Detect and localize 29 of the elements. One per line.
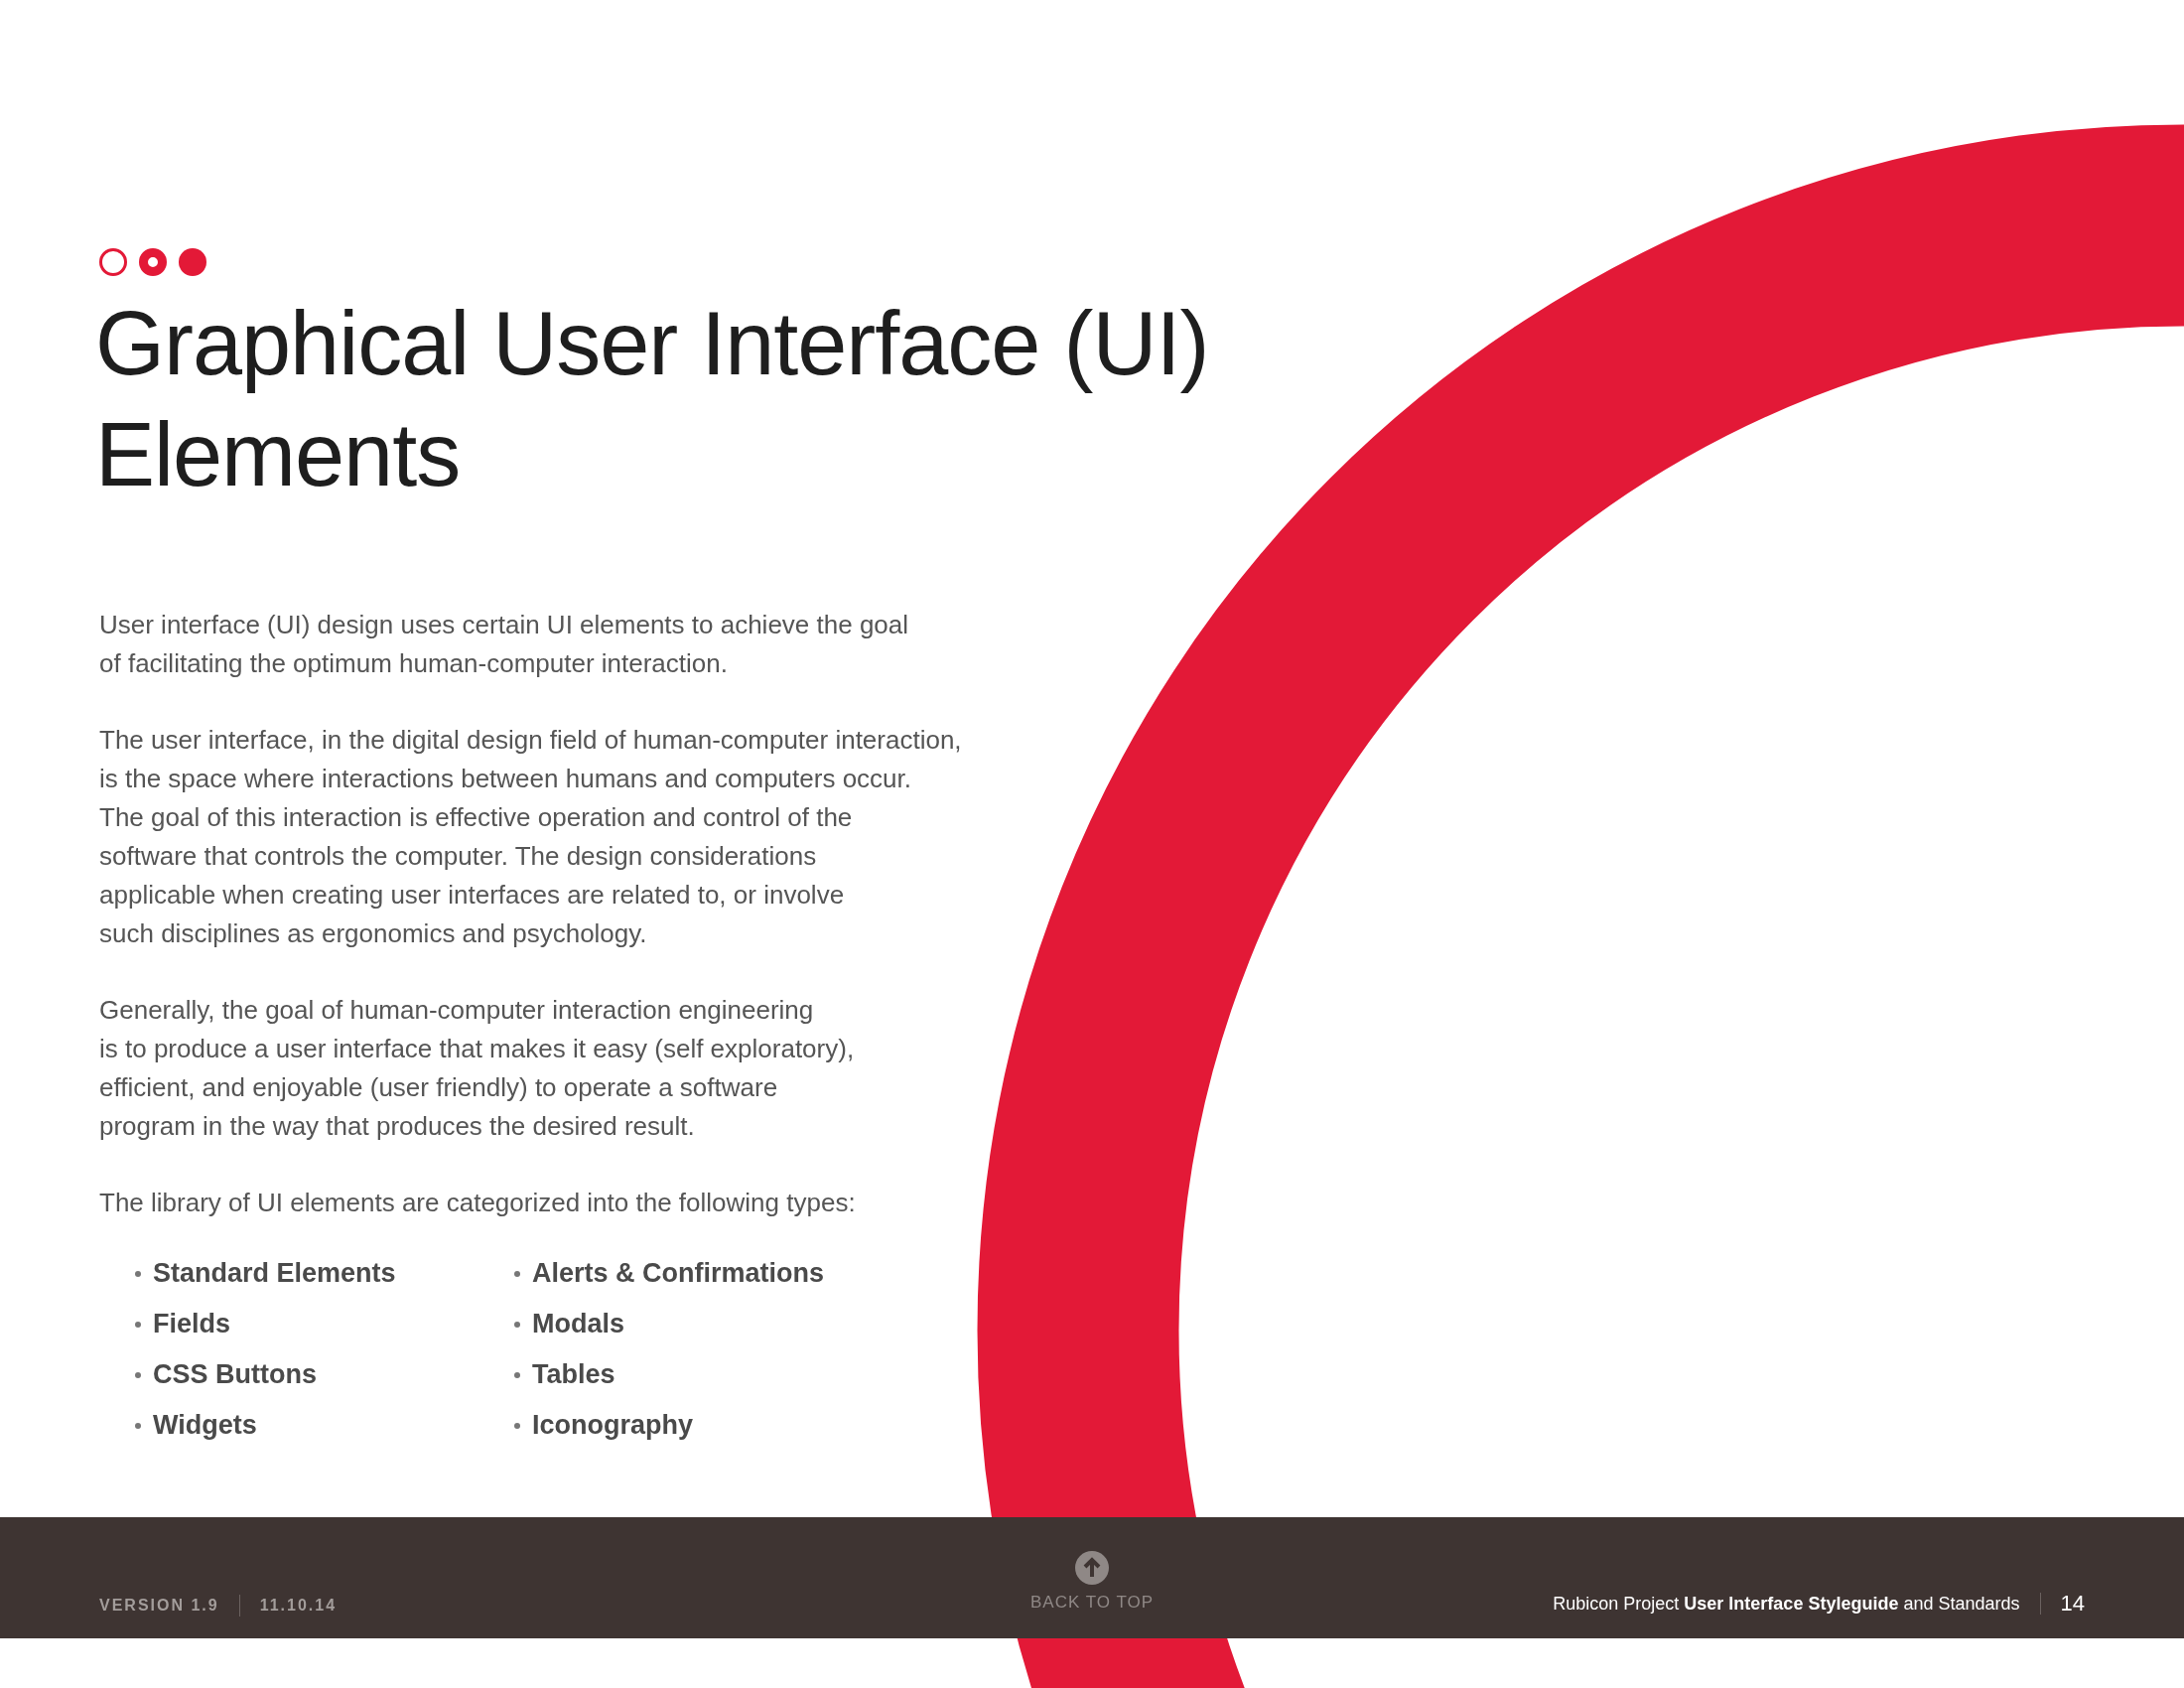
bullet-icon: [514, 1371, 520, 1378]
body-paragraph: The library of UI elements are categorized into the following types:: [99, 1187, 857, 1219]
bullet-icon: [135, 1270, 141, 1277]
bullet-icon: [135, 1422, 141, 1429]
bullet-icon: [514, 1270, 520, 1277]
dot-icon: [99, 248, 127, 276]
page-title: Graphical User Interface (UI) Elements: [95, 293, 1210, 506]
type-list-item: Fields: [153, 1309, 231, 1339]
bullet-icon: [135, 1371, 141, 1378]
type-list-item: Tables: [532, 1359, 615, 1390]
dot-icon: [139, 248, 167, 276]
bullet-icon: [514, 1422, 520, 1429]
type-list-item: Widgets: [153, 1410, 257, 1441]
date-label: 11.10.14: [259, 1597, 338, 1615]
back-to-top-link[interactable]: BACK TO TOP: [1029, 1551, 1155, 1617]
type-list-item: Modals: [532, 1309, 624, 1339]
document-title: Rubicon Project User Interface Styleguide and Standards: [1553, 1593, 2020, 1615]
type-list-item: Alerts & Confirmations: [532, 1258, 825, 1289]
type-list-item: Iconography: [532, 1410, 693, 1441]
type-list-item: Standard Elements: [153, 1258, 396, 1289]
body-paragraph: The user interface, in the digital design field of human-computer interaction, is the space where interactions between humans and computers occur. The goal of this interaction is effective operation and control of the software that controls the computer. The design considerations applicable when creating user interfaces are related to, or involve such disciplines as ergonomics and psychology.: [99, 724, 963, 950]
page-number: 14: [2060, 1591, 2085, 1617]
body-paragraph: User interface (UI) design uses certain UI elements to achieve the goal of facilitating the optimum human-computer interaction.: [99, 609, 910, 680]
bullet-icon: [135, 1321, 141, 1328]
type-list-item: CSS Buttons: [153, 1359, 317, 1390]
body-paragraph: Generally, the goal of human-computer interaction engineering is to produce a user interface that makes it easy (self exploratory), efficient, and enjoyable (user friendly) to operate a software program in the way that produces the desired result.: [99, 994, 856, 1143]
version-label: VERSION 1.9: [99, 1597, 219, 1615]
bullet-icon: [514, 1321, 520, 1328]
dot-icon: [179, 248, 206, 276]
